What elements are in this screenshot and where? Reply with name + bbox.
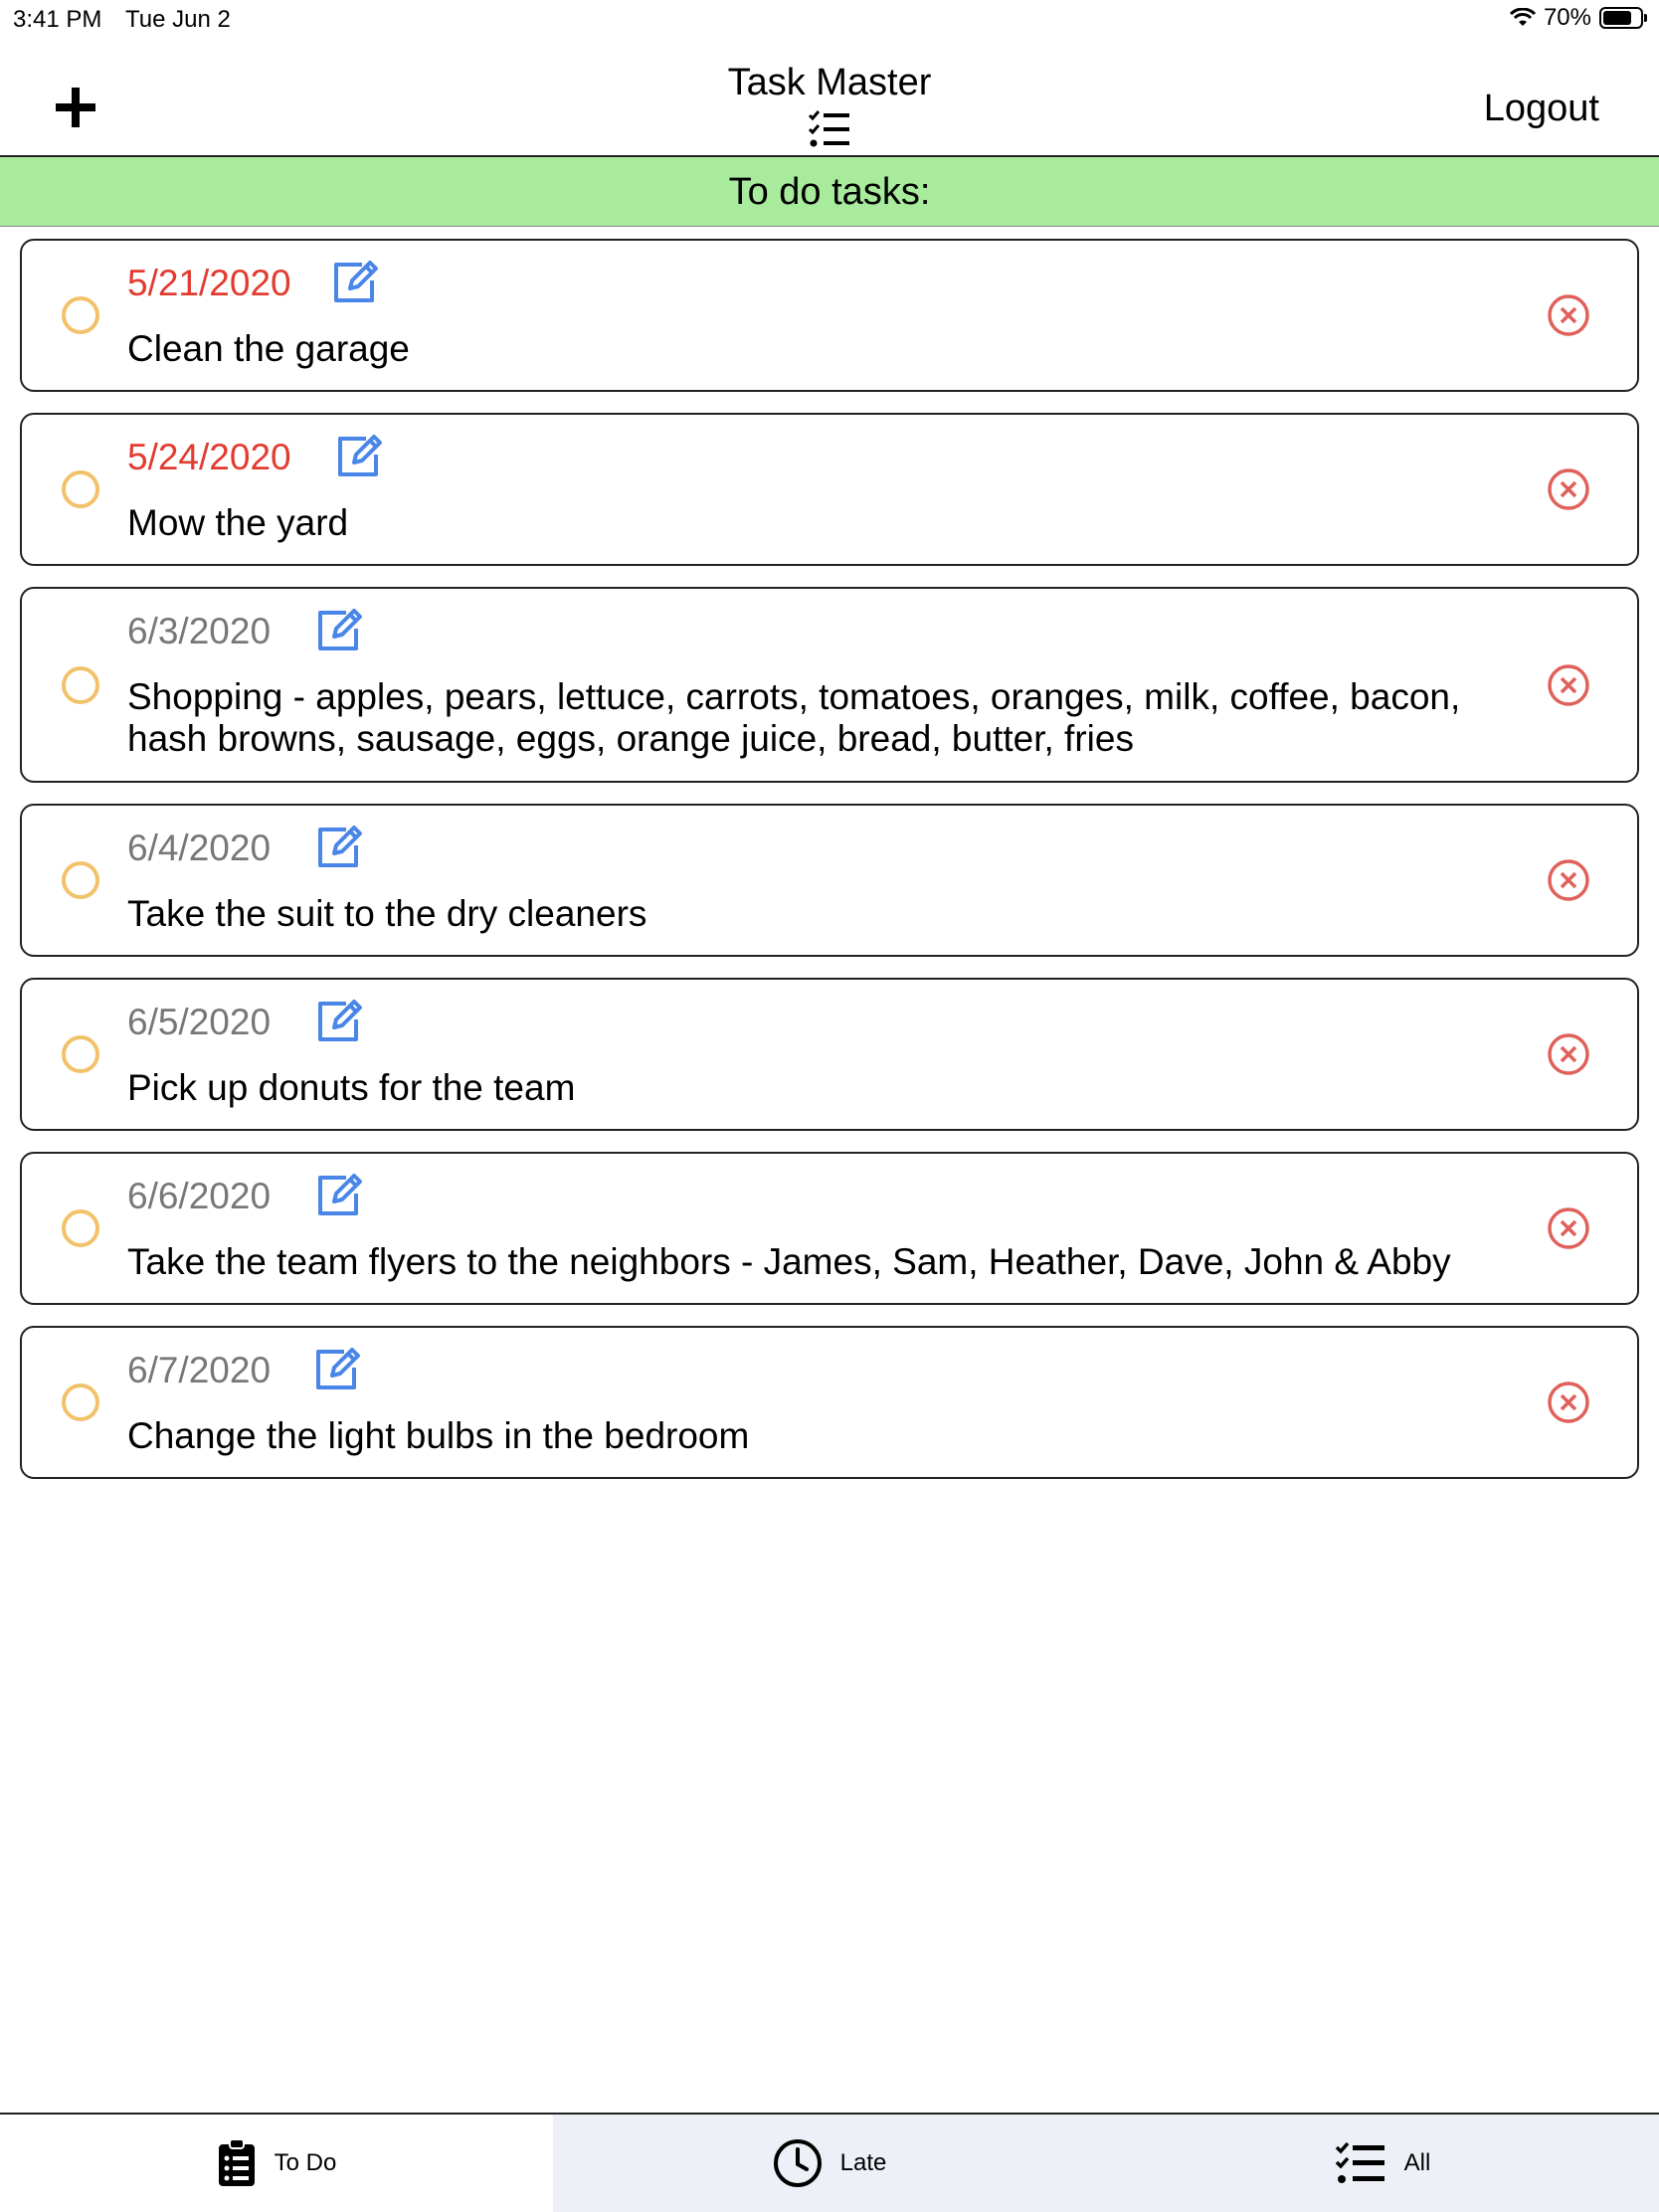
task-text: Change the light bulbs in the bedroom bbox=[127, 1415, 750, 1456]
delete-icon[interactable] bbox=[1546, 662, 1591, 708]
status-date: Tue Jun 2 bbox=[125, 6, 231, 33]
delete-icon[interactable] bbox=[1546, 1380, 1591, 1425]
task-card: 6/3/2020 Shopping - apples, pears, lettu… bbox=[20, 587, 1639, 783]
task-date: 6/7/2020 bbox=[127, 1350, 272, 1390]
clock-icon bbox=[773, 2139, 822, 2187]
edit-icon[interactable] bbox=[312, 1346, 362, 1393]
section-header: To do tasks: bbox=[0, 157, 1659, 227]
task-text: Pick up donuts for the team bbox=[127, 1067, 576, 1108]
tab-bar: To Do Late All bbox=[0, 2113, 1659, 2212]
status-indicators: 70% bbox=[1509, 4, 1647, 32]
delete-icon[interactable] bbox=[1546, 1031, 1591, 1077]
delete-icon[interactable] bbox=[1546, 466, 1591, 512]
delete-icon[interactable] bbox=[1546, 292, 1591, 338]
edit-icon[interactable] bbox=[314, 998, 364, 1045]
delete-icon[interactable] bbox=[1546, 1205, 1591, 1251]
checklist-icon bbox=[1335, 2141, 1384, 2183]
complete-checkbox[interactable] bbox=[62, 666, 99, 704]
task-text: Mow the yard bbox=[127, 502, 349, 543]
tab-label: Late bbox=[839, 2149, 887, 2176]
task-card: 5/24/2020 Mow the yard bbox=[20, 413, 1639, 566]
app-title: Task Master bbox=[727, 62, 932, 103]
task-card: 5/21/2020 Clean the garage bbox=[20, 239, 1639, 392]
battery-icon bbox=[1599, 7, 1647, 29]
task-card: 6/6/2020 Take the team flyers to the nei… bbox=[20, 1152, 1639, 1305]
tab-label: All bbox=[1403, 2149, 1431, 2176]
complete-checkbox[interactable] bbox=[62, 470, 99, 508]
task-text: Take the team flyers to the neighbors - … bbox=[127, 1241, 1451, 1282]
tab-all[interactable]: All bbox=[1106, 2115, 1659, 2212]
tab-late[interactable]: Late bbox=[553, 2115, 1106, 2212]
task-date: 5/21/2020 bbox=[127, 263, 291, 303]
task-text: Take the suit to the dry cleaners bbox=[127, 893, 647, 934]
status-bar: 3:41 PM Tue Jun 2 70% bbox=[0, 0, 1659, 40]
task-date: 6/3/2020 bbox=[127, 611, 272, 651]
checklist-icon bbox=[808, 110, 849, 147]
complete-checkbox[interactable] bbox=[62, 296, 99, 334]
edit-icon[interactable] bbox=[314, 1172, 364, 1219]
task-card: 6/7/2020 Change the light bulbs in the b… bbox=[20, 1326, 1639, 1479]
complete-checkbox[interactable] bbox=[62, 1383, 99, 1421]
navigation-bar: Task Master Logout bbox=[0, 40, 1659, 157]
task-text: Clean the garage bbox=[127, 328, 410, 369]
status-time: 3:41 PM bbox=[13, 6, 102, 33]
battery-percentage: 70% bbox=[1543, 4, 1591, 31]
tab-label: To Do bbox=[274, 2149, 337, 2176]
task-date: 5/24/2020 bbox=[127, 437, 291, 477]
task-date: 6/5/2020 bbox=[127, 1002, 272, 1042]
logout-button[interactable]: Logout bbox=[1484, 88, 1599, 130]
complete-checkbox[interactable] bbox=[62, 1209, 99, 1247]
edit-icon[interactable] bbox=[314, 824, 364, 871]
delete-icon[interactable] bbox=[1546, 857, 1591, 903]
wifi-icon bbox=[1509, 8, 1536, 26]
edit-icon[interactable] bbox=[334, 433, 384, 480]
tab-to-do[interactable]: To Do bbox=[0, 2115, 553, 2212]
task-date: 6/4/2020 bbox=[127, 828, 272, 868]
edit-icon[interactable] bbox=[314, 607, 364, 654]
task-text: Shopping - apples, pears, lettuce, carro… bbox=[127, 676, 1461, 759]
edit-icon[interactable] bbox=[330, 259, 380, 306]
clipboard-list-icon bbox=[218, 2138, 255, 2186]
task-card: 6/5/2020 Pick up donuts for the team bbox=[20, 978, 1639, 1131]
complete-checkbox[interactable] bbox=[62, 861, 99, 899]
complete-checkbox[interactable] bbox=[62, 1035, 99, 1073]
task-date: 6/6/2020 bbox=[127, 1176, 272, 1216]
task-card: 6/4/2020 Take the suit to the dry cleane… bbox=[20, 804, 1639, 957]
